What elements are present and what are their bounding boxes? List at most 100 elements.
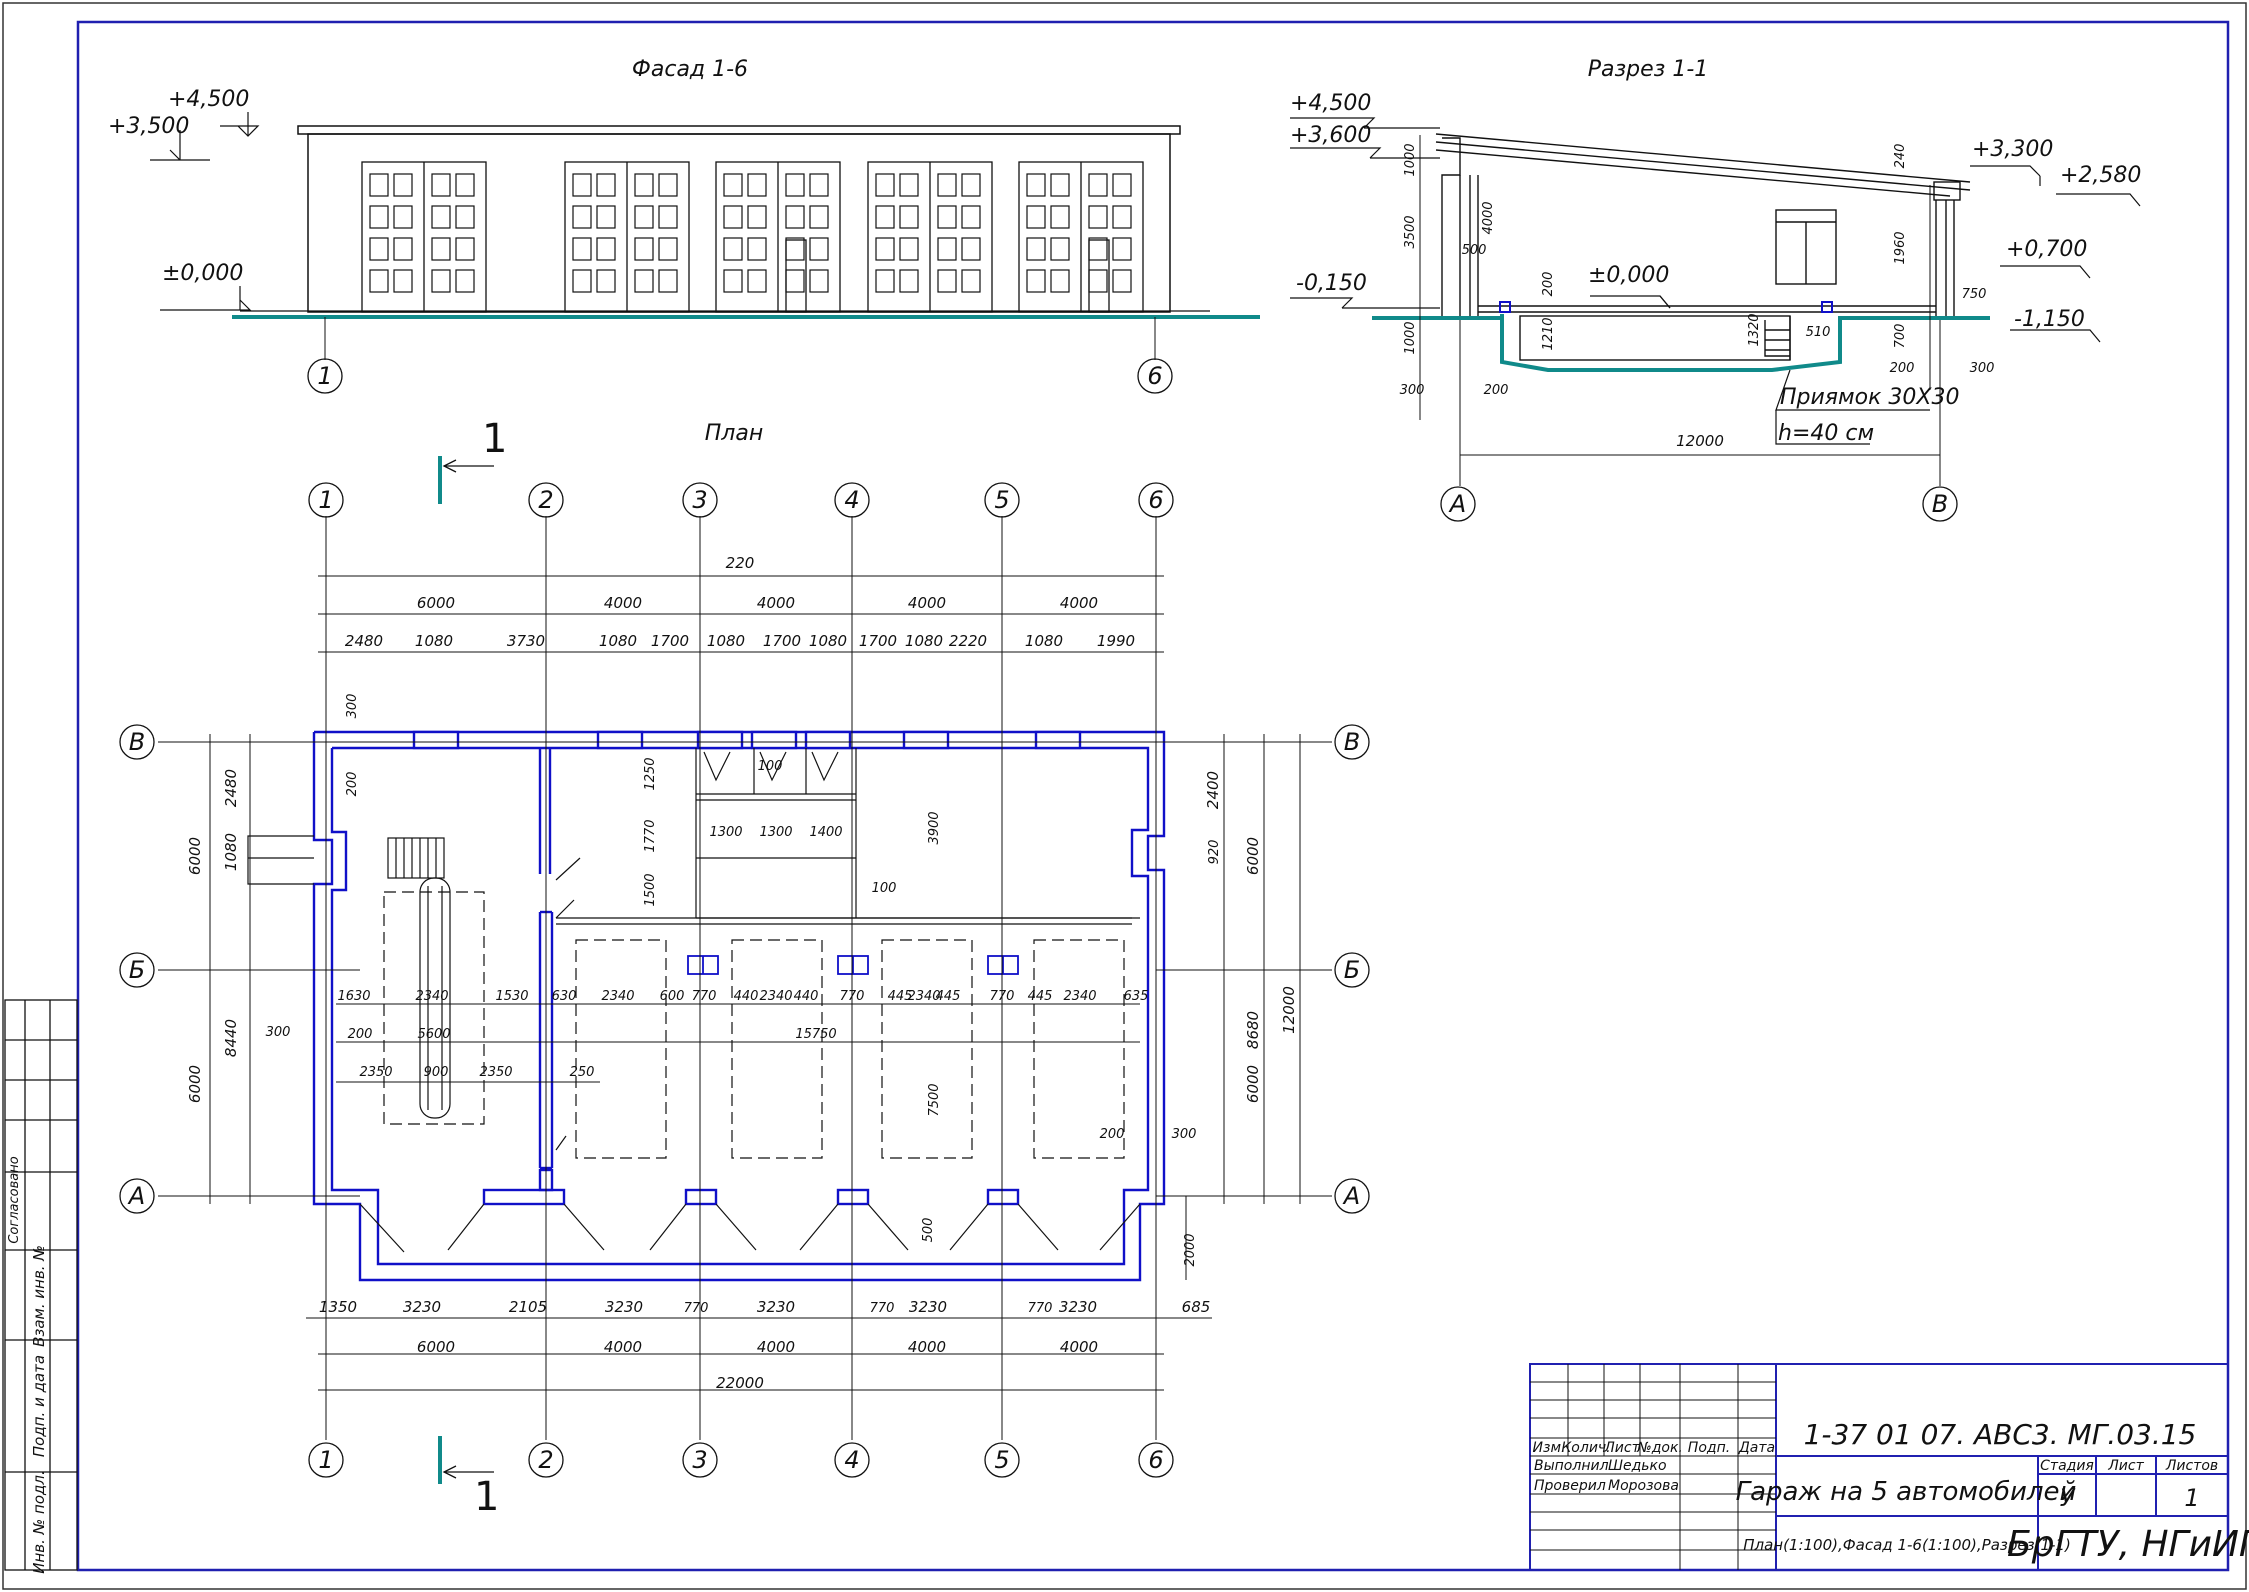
facade-window-pane bbox=[747, 237, 767, 261]
plan-axis-left-b: Б bbox=[129, 956, 145, 984]
pit-note-2: h=40 см bbox=[1778, 421, 1874, 446]
plan-inner-dim: 1300 bbox=[709, 825, 742, 840]
tb-role-performed: Выполнил bbox=[1534, 1458, 1609, 1474]
section-dim: 200 bbox=[1890, 361, 1915, 376]
facade-window-pane bbox=[1026, 269, 1046, 293]
plan-top-detail-dim: 1990 bbox=[1097, 632, 1135, 650]
facade-axis-1: 1 bbox=[317, 362, 332, 390]
plan-axis-top-6: 6 bbox=[1148, 486, 1163, 514]
plan-inner-dim: 1630 bbox=[337, 989, 370, 1004]
section-view: Разрез 1-1 +4,500 +3,600 -0,150 ±0,000 +… bbox=[1290, 57, 2141, 522]
section-dim: 4000 bbox=[1481, 201, 1496, 234]
plan-left-dim: 6000 bbox=[186, 837, 204, 875]
section-dim: 750 bbox=[1962, 287, 1987, 302]
plan-right-dim: 2000 bbox=[1183, 1233, 1198, 1266]
plan-top-detail-dim: 1700 bbox=[859, 632, 897, 650]
plan-bottom-detail-dim: 3230 bbox=[605, 1298, 643, 1316]
facade-window-pane bbox=[1112, 173, 1132, 197]
facade-window-pane bbox=[1112, 205, 1132, 229]
section-axis-a: А bbox=[1448, 490, 1466, 518]
plan-top-span: 4000 bbox=[757, 594, 795, 612]
facade-window-pane bbox=[431, 269, 451, 293]
plan-inner-dim: 15750 bbox=[795, 1027, 836, 1042]
facade-window-pane bbox=[723, 237, 743, 261]
facade-window-pane bbox=[393, 173, 413, 197]
outer-border bbox=[2, 2, 2247, 1590]
facade-window-pane bbox=[572, 269, 592, 293]
facade-window-pane bbox=[596, 237, 616, 261]
facade-window-pane bbox=[596, 269, 616, 293]
facade-window-pane bbox=[809, 269, 829, 293]
drawing-sheet: Фасад 1-6 +4,500 +3,500 ±0,000 1 6 Разре… bbox=[2, 2, 2249, 1590]
plan-bottom-detail-dim: 3230 bbox=[1059, 1298, 1097, 1316]
facade-window-pane bbox=[809, 237, 829, 261]
object-name: Гараж на 5 автомобилей bbox=[1736, 1477, 2077, 1507]
plan-inner-dim: 770 bbox=[692, 989, 717, 1004]
plan-inner-dim: 3900 bbox=[927, 811, 942, 844]
plan-inner-dim: 1770 bbox=[643, 819, 658, 852]
plan-axis-top-5: 5 bbox=[994, 486, 1009, 514]
facade-window-pane bbox=[785, 237, 805, 261]
facade-window-pane bbox=[899, 205, 919, 229]
section-dim: 510 bbox=[1806, 325, 1831, 340]
facade-window-pane bbox=[747, 269, 767, 293]
plan-inner-dim: 2340 bbox=[759, 989, 792, 1004]
facade-window-pane bbox=[785, 205, 805, 229]
facade-window-pane bbox=[875, 173, 895, 197]
plan-left-dim: 2480 bbox=[222, 769, 240, 807]
section-dim: 1320 bbox=[1747, 313, 1762, 346]
facade-window-pane bbox=[634, 269, 654, 293]
pit-note-1: Приямок 30Х30 bbox=[1780, 385, 1959, 410]
plan-bottom-detail-dims: 1350 3230 2105 3230 770 3230 770 3230 770 3230 685 bbox=[319, 1298, 1210, 1316]
tb-sheets-value: 1 bbox=[2184, 1484, 2199, 1512]
stamp-inv-replace: Взам. инв. № bbox=[30, 1245, 48, 1347]
facade-window-pane bbox=[455, 173, 475, 197]
plan-top-detail-dim: 3730 bbox=[507, 632, 545, 650]
facade-window-pane bbox=[723, 205, 743, 229]
section-level-r1: +3,300 bbox=[1972, 137, 2053, 162]
facade-window-pane bbox=[961, 173, 981, 197]
plan-bottom-span: 4000 bbox=[908, 1338, 946, 1356]
facade-window-pane bbox=[899, 237, 919, 261]
plan-left-dim: 300 bbox=[345, 694, 360, 719]
plan-inner-dim: 1250 bbox=[643, 757, 658, 790]
plan-view: План 1 1 1 2 3 4 5 6 1 2 3 4 5 6 В Б А В… bbox=[119, 416, 1370, 1520]
section-level-r3: +0,700 bbox=[2006, 237, 2087, 262]
facade-window-pane bbox=[572, 205, 592, 229]
tb-header: №док. bbox=[1636, 1440, 1683, 1456]
tb-header: Колич. bbox=[1561, 1440, 1610, 1456]
plan-bottom-detail-dim: 770 bbox=[684, 1301, 709, 1316]
plan-title: План bbox=[705, 421, 763, 446]
facade-window-pane bbox=[431, 237, 451, 261]
plan-inner-dim: 1500 bbox=[643, 873, 658, 906]
plan-bottom-detail-dim: 770 bbox=[1028, 1301, 1053, 1316]
facade-window-pane bbox=[596, 205, 616, 229]
plan-inner-dim: 7500 bbox=[927, 1083, 942, 1116]
plan-inner-dim: 200 bbox=[348, 1027, 373, 1042]
stamp-sign-date: Подп. и дата bbox=[30, 1355, 48, 1457]
plan-bottom-detail-dim: 3230 bbox=[909, 1298, 947, 1316]
facade-window-pane bbox=[809, 205, 829, 229]
plan-axis-bottom-5: 5 bbox=[994, 1446, 1009, 1474]
section-dim: 1960 bbox=[1893, 231, 1908, 264]
facade-window-pane bbox=[1026, 205, 1046, 229]
section-dim: 300 bbox=[1400, 383, 1425, 398]
facade-gates bbox=[361, 161, 1144, 313]
organization: БрГТУ, НГиИГ bbox=[2007, 1524, 2249, 1565]
parking-bays bbox=[383, 891, 1125, 1159]
facade-window-pane bbox=[658, 173, 678, 197]
facade-window-pane bbox=[369, 173, 389, 197]
plan-top-span: 4000 bbox=[604, 594, 642, 612]
plan-top-detail-dim: 1080 bbox=[707, 632, 745, 650]
facade-window-pane bbox=[961, 237, 981, 261]
plan-axis-top-2: 2 bbox=[538, 486, 553, 514]
plan-right-dim: 8680 bbox=[1244, 1011, 1262, 1049]
facade-window-pane bbox=[937, 205, 957, 229]
plan-inner-dim: 200 bbox=[1100, 1127, 1125, 1142]
facade-window-pane bbox=[937, 173, 957, 197]
plan-axis-bottom-1: 1 bbox=[318, 1446, 333, 1474]
plan-inner-dim: 5600 bbox=[417, 1027, 450, 1042]
plan-bottom-detail-dim: 3230 bbox=[403, 1298, 441, 1316]
section-level-r4: -1,150 bbox=[2014, 307, 2085, 332]
plan-left-dim: 1080 bbox=[222, 833, 240, 871]
